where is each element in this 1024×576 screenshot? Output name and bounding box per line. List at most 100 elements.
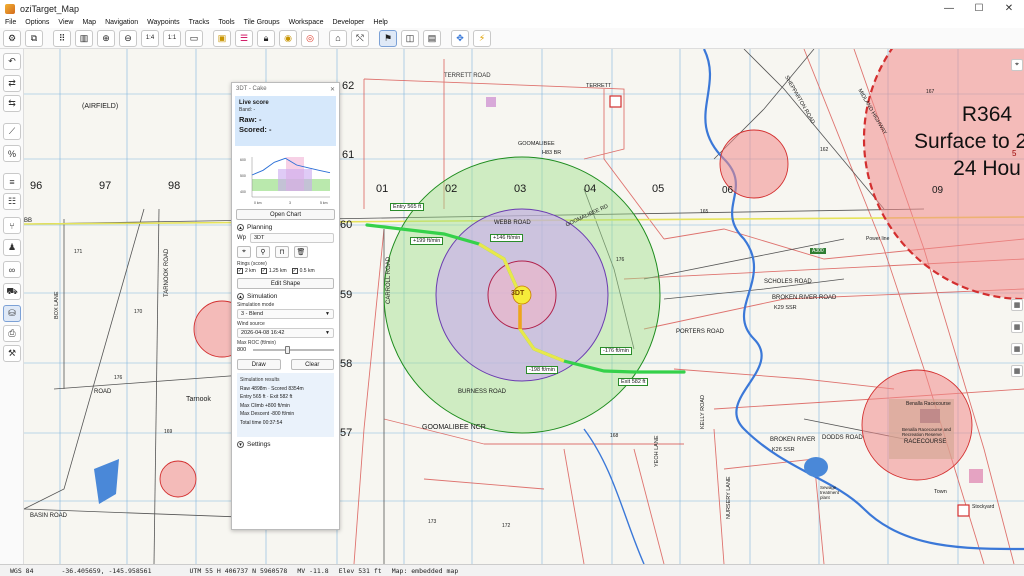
lightning-icon[interactable]: ⚡︎ [473, 29, 491, 47]
walker-icon[interactable]: ♟ [3, 239, 21, 256]
track-log-icon[interactable]: ▣ [213, 29, 231, 47]
menu-tools[interactable]: Tools [218, 19, 234, 26]
waypoint-input[interactable]: 3DT [250, 233, 334, 243]
zoom-in-icon[interactable]: ⊕ [97, 29, 115, 47]
printer-icon[interactable]: ⎙ [3, 325, 21, 342]
transfer-icon[interactable]: ⇆ [3, 95, 21, 112]
simulation-section-header[interactable]: ▲ Simulation [237, 293, 334, 300]
zoom-1-4-button[interactable]: 1:4 [141, 29, 159, 47]
left-toolbar: ↶ ⇄ ⇆ ⟋ % ≡ ☷ ⑂ ♟ ∞ ⛟ ⛁ ⎙ ⚒ [0, 49, 24, 564]
sim-mode-select[interactable]: 3 - Blend ▼ [237, 309, 334, 319]
flag-icon[interactable]: ⚑ [379, 29, 397, 47]
status-mv: MV -11.8 [297, 566, 329, 575]
branch-icon[interactable]: ⑂ [3, 217, 21, 234]
compare-icon[interactable]: ◫ [401, 29, 419, 47]
settings-section-header[interactable]: ▼ Settings [237, 441, 334, 448]
settings-gear-icon[interactable]: ⚙ [3, 29, 21, 47]
status-elev: Elev 531 ft [338, 566, 382, 575]
feature-marker [957, 504, 970, 517]
window-title: oziTarget_Map [20, 3, 80, 14]
chevron-up-icon: ▲ [237, 293, 244, 300]
chevron-down-icon: ▼ [325, 330, 330, 336]
layers-color-icon[interactable]: ≡ [3, 173, 21, 190]
lock-icon[interactable]: 🔒︎ [257, 29, 275, 47]
title-bar: oziTarget_Map — ☐ ✕ [0, 0, 1024, 17]
layer-icon[interactable]: ▦ [1011, 365, 1023, 377]
ring-05km-checkbox[interactable]: ✓ 0.5 km [291, 268, 315, 274]
rows-icon[interactable]: ☷ [3, 193, 21, 210]
menu-options[interactable]: Options [25, 19, 49, 26]
clipboard-icon[interactable]: ▤ [423, 29, 441, 47]
swap-icon[interactable]: ⇄ [3, 75, 21, 92]
wind-source-select[interactable]: 2026-04-08 16:42 ▼ [237, 328, 334, 338]
move-arrows-icon[interactable]: ✥ [451, 29, 469, 47]
chevron-up-icon: ▲ [237, 224, 244, 231]
menu-workspace[interactable]: Workspace [289, 19, 324, 26]
menu-tracks[interactable]: Tracks [189, 19, 210, 26]
binoculars-icon[interactable]: ∞ [3, 261, 21, 278]
open-map-icon[interactable]: ⧉ [25, 29, 43, 47]
percent-icon[interactable]: % [3, 145, 21, 162]
roc-slider[interactable] [253, 346, 334, 354]
map-canvas[interactable]: 96 97 98 01 02 03 04 05 06 09 62 61 60 5… [24, 49, 1024, 564]
x-tick: 0 km [254, 201, 262, 205]
building [969, 469, 983, 483]
clear-button[interactable]: Clear [290, 359, 334, 370]
pin-icon[interactable]: ⚲ [256, 246, 270, 258]
menu-help[interactable]: Help [373, 19, 387, 26]
menu-bar: File Options View Map Navigation Waypoin… [0, 17, 1024, 28]
menu-map[interactable]: Map [82, 19, 96, 26]
wind-source-label: Wind source [237, 321, 265, 327]
lock-icon[interactable]: ⊓ [275, 246, 289, 258]
list-icon[interactable]: ☰ [235, 29, 253, 47]
database-icon[interactable]: ⛁ [3, 305, 21, 322]
sim-mode-label: Simulation mode [237, 302, 275, 308]
panel-close-icon[interactable]: ✕ [330, 86, 335, 93]
draw-button[interactable]: Draw [237, 359, 281, 370]
zoom-1-1-button[interactable]: 1:1 [163, 29, 181, 47]
lake-water [804, 457, 828, 477]
close-button[interactable]: ✕ [994, 0, 1024, 17]
altitude-profile-chart[interactable]: 0 km 3 5 km 600 500 400 [238, 151, 333, 207]
simulation-results: Simulation results Raw 4898m · Scored 83… [237, 373, 334, 437]
menu-navigation[interactable]: Navigation [105, 19, 138, 26]
route-icon[interactable]: ⤲ [351, 29, 369, 47]
rings-label: Rings (score) [237, 261, 267, 267]
target-icon[interactable]: ⌖ [237, 246, 251, 258]
y-tick: 600 [240, 158, 246, 162]
home-icon[interactable]: ⌂ [329, 29, 347, 47]
menu-file[interactable]: File [5, 19, 16, 26]
status-datum: WGS 84 [10, 566, 34, 575]
status-utm: UTM 55 H 406737 N 5960578 [189, 566, 288, 575]
menu-developer[interactable]: Developer [332, 19, 364, 26]
target-icon[interactable]: ◎ [301, 29, 319, 47]
vehicle-icon[interactable]: ⛟ [3, 283, 21, 300]
status-bar: WGS 84 -36.405659, -145.958561 UTM 55 H … [0, 564, 1024, 576]
layer-icon[interactable]: ▦ [1011, 299, 1023, 311]
tools-icon[interactable]: ⚒ [3, 345, 21, 362]
menu-tile-groups[interactable]: Tile Groups [244, 19, 280, 26]
menu-waypoints[interactable]: Waypoints [147, 19, 179, 26]
grid-dots-icon[interactable]: ⠿ [53, 29, 71, 47]
measure-icon[interactable]: ⟋ [3, 123, 21, 140]
open-chart-button[interactable]: Open Chart [236, 209, 335, 220]
planning-section-header[interactable]: ▲ Planning [237, 224, 334, 231]
zoom-out-icon[interactable]: ⊖ [119, 29, 137, 47]
ring-125km-checkbox[interactable]: ✓ 1.25 km [260, 268, 287, 274]
fit-screen-icon[interactable]: ▭ [185, 29, 203, 47]
maximize-button[interactable]: ☐ [964, 0, 994, 17]
target-marker[interactable] [512, 285, 532, 305]
roc-slider-handle[interactable] [285, 346, 291, 354]
layer-icon[interactable]: ▦ [1011, 321, 1023, 333]
trash-icon[interactable]: 🗑︎ [294, 246, 308, 258]
restricted-zone [719, 129, 789, 199]
layer-icon[interactable]: ▦ [1011, 343, 1023, 355]
ring-2km-checkbox[interactable]: ✓ 2 km [237, 268, 256, 274]
map-book-icon[interactable]: ▥ [75, 29, 93, 47]
undo-icon[interactable]: ↶ [3, 53, 21, 70]
menu-view[interactable]: View [58, 19, 73, 26]
edit-shape-button[interactable]: Edit Shape [237, 278, 334, 289]
pin-icon[interactable]: ⌖ [1011, 59, 1023, 71]
minimize-button[interactable]: — [934, 0, 964, 17]
waypoint-pin-icon[interactable]: ◉ [279, 29, 297, 47]
